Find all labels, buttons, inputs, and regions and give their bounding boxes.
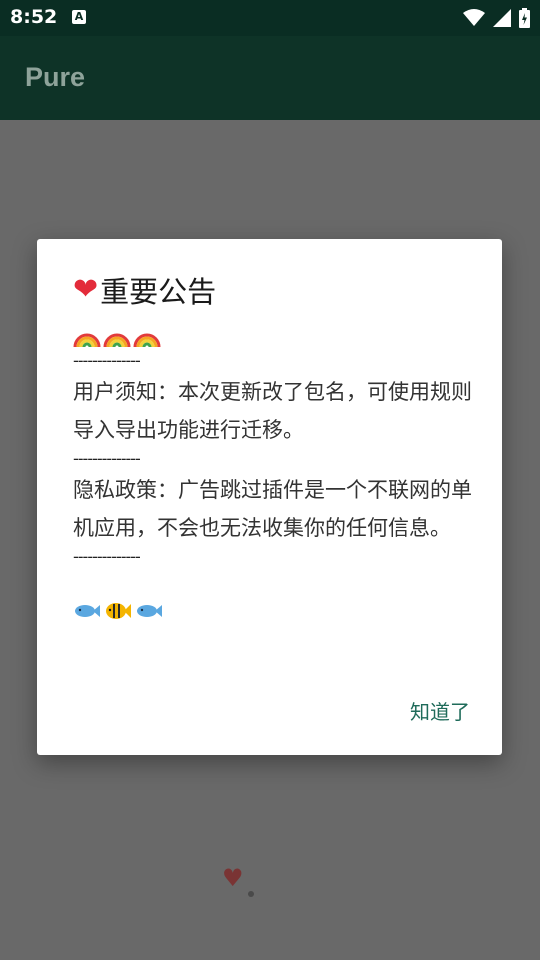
dialog-title-text: 重要公告 bbox=[100, 275, 217, 309]
tropical-fish-icon bbox=[106, 603, 131, 619]
status-bar: 8:52 A bbox=[0, 0, 540, 36]
user-notice-text: 用户须知：本次更新改了包名，可使用规则导入导出功能进行迁移。 bbox=[73, 380, 472, 442]
separator: -------------- bbox=[73, 449, 141, 468]
fish-icon bbox=[137, 605, 162, 617]
rainbow-icon bbox=[73, 333, 101, 348]
fish-row bbox=[73, 597, 473, 625]
status-icons bbox=[463, 7, 530, 29]
background-heart-icon: ♥ bbox=[222, 864, 244, 892]
background-dot bbox=[248, 891, 254, 897]
dialog-title: ❤ 重要公告 bbox=[73, 269, 216, 311]
heart-icon: ❤ bbox=[73, 272, 99, 307]
dialog-body: -------------- 用户须知：本次更新改了包名，可使用规则导入导出功能… bbox=[73, 323, 473, 625]
battery-icon bbox=[519, 8, 530, 28]
privacy-policy-text: 隐私政策：广告跳过插件是一个不联网的单机应用，不会也无法收集你的任何信息。 bbox=[73, 478, 472, 540]
fish-icon bbox=[75, 605, 100, 617]
wifi-icon bbox=[463, 9, 485, 26]
notification-a-icon: A bbox=[72, 10, 86, 24]
rainbow-row bbox=[73, 323, 473, 351]
app-title: Pure bbox=[25, 62, 86, 92]
separator: -------------- bbox=[73, 351, 141, 370]
status-time: 8:52 bbox=[10, 6, 58, 28]
rainbow-icon bbox=[133, 333, 161, 348]
rainbow-icon bbox=[103, 333, 131, 348]
app-bar: Pure bbox=[0, 36, 540, 120]
separator: -------------- bbox=[73, 547, 141, 566]
signal-icon bbox=[493, 9, 511, 27]
ok-button[interactable]: 知道了 bbox=[410, 692, 470, 729]
announcement-dialog: ❤ 重要公告 -------------- 用户须知：本次更新改了包名，可使用规… bbox=[37, 239, 502, 755]
